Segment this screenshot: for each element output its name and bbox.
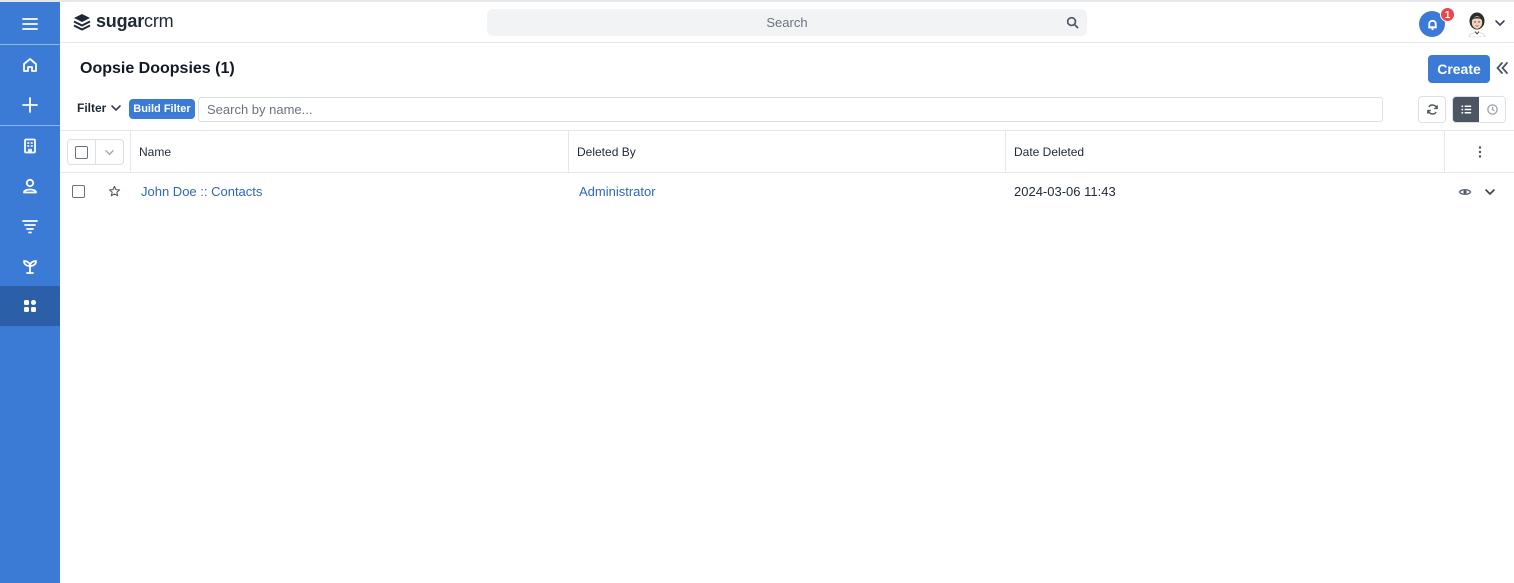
column-header-deleted-by[interactable]: Deleted By — [568, 131, 1005, 173]
global-search — [487, 9, 1087, 36]
chevron-down-icon[interactable] — [110, 103, 122, 113]
column-settings-button[interactable] — [1444, 131, 1514, 173]
sidebar-item-leads[interactable] — [0, 206, 60, 246]
home-icon — [23, 58, 37, 72]
list-view-button[interactable] — [1453, 97, 1479, 122]
building-icon — [24, 138, 36, 154]
refresh-icon — [1426, 104, 1438, 115]
filter-dropdown-label[interactable]: Filter — [77, 101, 106, 115]
vertical-dots-icon — [1478, 146, 1481, 158]
row-date-deleted: 2024-03-06 11:43 — [1014, 184, 1116, 199]
grid-icon — [24, 300, 36, 312]
star-icon — [108, 185, 121, 197]
user-avatar[interactable] — [1465, 11, 1489, 37]
records-table: Name Deleted By Date Deleted John Doe ::… — [60, 130, 1514, 210]
row-checkbox-cell — [72, 173, 85, 210]
search-icon[interactable] — [1066, 16, 1079, 29]
sidebar-item-contacts[interactable] — [0, 166, 60, 206]
filter-funnel-icon — [22, 220, 38, 234]
sidebar-item-opportunities[interactable] — [0, 246, 60, 286]
select-all-checkbox[interactable] — [75, 145, 88, 159]
logo-text-light: crm — [144, 11, 174, 31]
favorite-star[interactable] — [108, 173, 121, 210]
logo-text: sugarcrm — [96, 11, 174, 32]
column-header-date-deleted[interactable]: Date Deleted — [1005, 131, 1444, 173]
sidebar-item-quick-create[interactable] — [0, 85, 60, 125]
plant-icon — [23, 260, 37, 274]
bell-icon — [1427, 19, 1437, 30]
top-bar: sugarcrm 1 — [60, 0, 1514, 43]
search-by-name-input[interactable] — [198, 97, 1383, 122]
list-view-icon — [1460, 105, 1471, 114]
logo-text-bold: sugar — [96, 11, 145, 31]
global-search-input[interactable] — [487, 9, 1087, 36]
row-deleted-by-link[interactable]: Administrator — [579, 173, 656, 210]
page-title: Oopsie Doopsies (1) — [80, 60, 235, 77]
chevron-down-icon — [105, 149, 114, 155]
eye-icon — [1458, 188, 1472, 195]
preview-button[interactable] — [1458, 173, 1472, 210]
row-actions-dropdown[interactable] — [1484, 173, 1496, 210]
chevron-down-icon — [1485, 188, 1495, 195]
mass-actions-dropdown[interactable] — [96, 140, 123, 164]
sidebar — [0, 0, 60, 583]
column-header-name[interactable]: Name — [130, 131, 568, 173]
sidebar-item-apps[interactable] — [0, 286, 60, 326]
sugarcrm-logo[interactable]: sugarcrm — [72, 11, 174, 32]
table-row: John Doe :: Contacts Administrator 2024-… — [60, 173, 1514, 210]
sidebar-item-accounts[interactable] — [0, 126, 60, 166]
activity-stream-button[interactable] — [1479, 97, 1505, 122]
row-name-link[interactable]: John Doe :: Contacts — [141, 173, 262, 210]
view-toggle-group — [1452, 96, 1506, 123]
create-button[interactable]: Create — [1428, 55, 1490, 83]
table-header: Name Deleted By Date Deleted — [60, 130, 1514, 173]
notification-count-badge: 1 — [1440, 7, 1455, 22]
sidebar-item-home[interactable] — [0, 45, 60, 85]
plus-icon — [22, 97, 38, 113]
mass-select-control — [67, 139, 124, 165]
build-filter-button[interactable]: Build Filter — [129, 99, 195, 119]
person-icon — [23, 178, 37, 194]
row-checkbox[interactable] — [72, 185, 85, 198]
refresh-button[interactable] — [1418, 96, 1446, 123]
double-chevron-left-icon[interactable] — [1494, 60, 1510, 76]
chevron-down-icon[interactable] — [1494, 18, 1506, 28]
clock-icon — [1486, 104, 1498, 115]
hamburger-menu-icon — [22, 18, 38, 30]
logo-stack-icon — [73, 13, 91, 31]
sidebar-menu-button[interactable] — [0, 4, 60, 44]
